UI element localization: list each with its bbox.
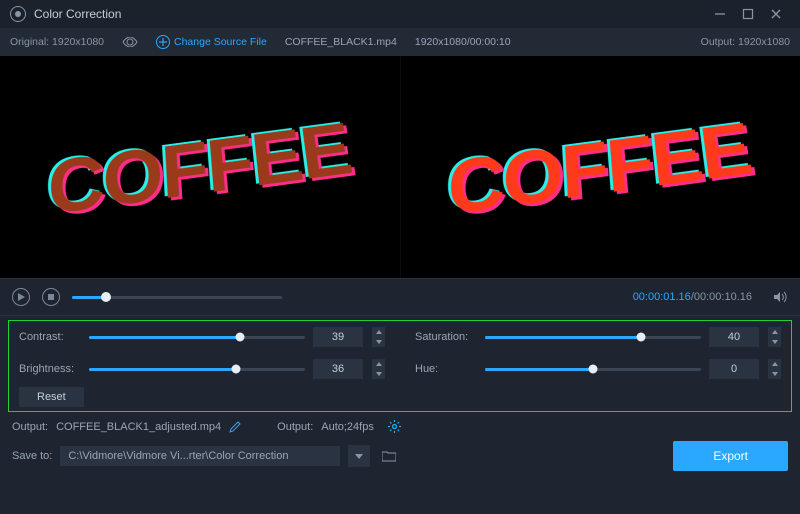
output-res-label: Output: [701, 36, 735, 48]
preview-output-content: COFFEE COFFEE COFFEE [447, 106, 756, 233]
plus-icon [156, 35, 170, 49]
save-path[interactable]: C:\Vidmore\Vidmore Vi...rter\Color Corre… [60, 446, 340, 466]
original-value: 1920x1080 [52, 36, 104, 48]
output-filename: COFFEE_BLACK1_adjusted.mp4 [56, 421, 221, 433]
reset-button[interactable]: Reset [19, 387, 84, 407]
saturation-step-up[interactable] [768, 327, 781, 337]
edit-filename-button[interactable] [229, 421, 241, 433]
open-folder-button[interactable] [378, 445, 400, 467]
hue-step-up[interactable] [768, 359, 781, 369]
output-res-value: 1920x1080 [738, 36, 790, 48]
hue-slider[interactable] [485, 368, 701, 371]
app-logo-icon [10, 6, 26, 22]
window-title: Color Correction [34, 7, 121, 21]
brightness-value[interactable]: 36 [313, 359, 363, 379]
save-to-label: Save to: [12, 450, 52, 462]
play-button[interactable] [12, 288, 30, 306]
source-filename: COFFEE_BLACK1.mp4 [285, 36, 397, 48]
change-source-label: Change Source File [174, 36, 267, 48]
save-path-dropdown[interactable] [348, 445, 370, 467]
hue-control: Hue: 0 [415, 359, 781, 379]
color-controls-panel: Contrast: 39 Saturation: 40 [8, 320, 792, 412]
original-resolution: Original: 1920x1080 [10, 36, 104, 48]
time-display: 00:00:01.16/00:00:10.16 [633, 291, 752, 303]
save-row: Save to: C:\Vidmore\Vidmore Vi...rter\Co… [0, 437, 800, 481]
contrast-step-down[interactable] [372, 337, 385, 347]
hue-step-down[interactable] [768, 369, 781, 379]
minimize-button[interactable] [706, 4, 734, 24]
preview-output: COFFEE COFFEE COFFEE [400, 56, 800, 278]
saturation-value[interactable]: 40 [709, 327, 759, 347]
preview-toggle-icon[interactable] [122, 37, 138, 47]
preview-area: COFFEE COFFEE COFFEE COFFEE COFFEE COFFE… [0, 56, 800, 278]
output-format-label: Output: [277, 421, 313, 433]
close-button[interactable] [762, 4, 790, 24]
output-resolution: Output: 1920x1080 [701, 36, 790, 48]
saturation-control: Saturation: 40 [415, 327, 781, 347]
contrast-slider[interactable] [89, 336, 305, 339]
brightness-label: Brightness: [19, 363, 81, 375]
brightness-step-up[interactable] [372, 359, 385, 369]
preview-original: COFFEE COFFEE COFFEE [0, 56, 400, 278]
output-settings-row: Output: COFFEE_BLACK1_adjusted.mp4 Outpu… [0, 412, 800, 437]
change-source-button[interactable]: Change Source File [156, 35, 267, 49]
volume-icon[interactable] [774, 291, 788, 303]
brightness-slider[interactable] [89, 368, 305, 371]
hue-spinner [767, 359, 781, 379]
timeline-thumb[interactable] [101, 292, 111, 302]
contrast-spinner [371, 327, 385, 347]
time-total: /00:00:10.16 [691, 291, 752, 303]
saturation-slider[interactable] [485, 336, 701, 339]
titlebar: Color Correction [0, 0, 800, 28]
timeline-slider[interactable] [72, 296, 282, 299]
saturation-spinner [767, 327, 781, 347]
source-res-duration: 1920x1080/00:00:10 [415, 36, 511, 48]
preview-original-content: COFFEE COFFEE COFFEE [47, 106, 356, 233]
top-info-bar: Original: 1920x1080 Change Source File C… [0, 28, 800, 56]
saturation-label: Saturation: [415, 331, 477, 343]
contrast-label: Contrast: [19, 331, 81, 343]
original-label: Original: [10, 36, 49, 48]
hue-label: Hue: [415, 363, 477, 375]
playback-bar: 00:00:01.16/00:00:10.16 [0, 278, 800, 316]
brightness-step-down[interactable] [372, 369, 385, 379]
output-settings-button[interactable] [388, 420, 401, 433]
brightness-spinner [371, 359, 385, 379]
output-format-value: Auto;24fps [321, 421, 374, 433]
contrast-value[interactable]: 39 [313, 327, 363, 347]
output-file-label: Output: [12, 421, 48, 433]
maximize-button[interactable] [734, 4, 762, 24]
time-current: 00:00:01.16 [633, 291, 691, 303]
brightness-control: Brightness: 36 [19, 359, 385, 379]
saturation-step-down[interactable] [768, 337, 781, 347]
contrast-control: Contrast: 39 [19, 327, 385, 347]
stop-button[interactable] [42, 288, 60, 306]
hue-value[interactable]: 0 [709, 359, 759, 379]
export-button[interactable]: Export [673, 441, 788, 471]
contrast-step-up[interactable] [372, 327, 385, 337]
